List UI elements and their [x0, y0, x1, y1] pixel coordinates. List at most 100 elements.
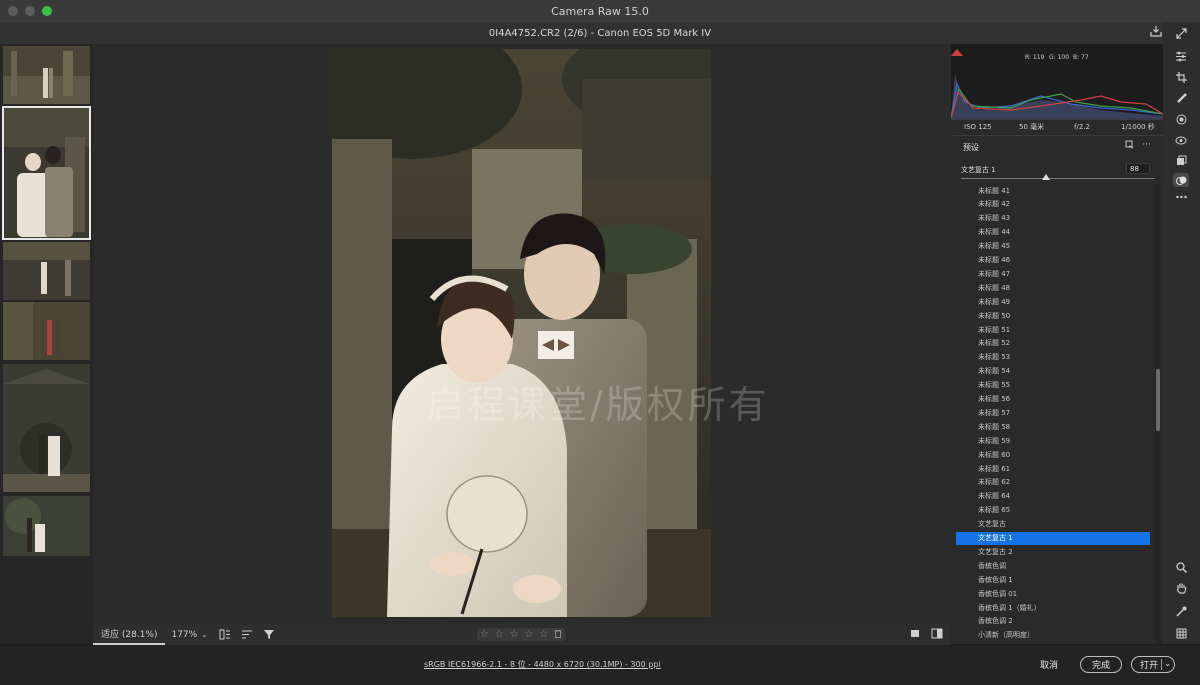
preset-name-label: 文艺复古 1: [961, 166, 996, 174]
preset-item[interactable]: 未标题 45: [956, 240, 1150, 253]
preset-item[interactable]: 未标题 53: [956, 351, 1150, 364]
crop-icon[interactable]: [1173, 70, 1189, 84]
status-bar: sRGB IEC61966-2.1 - 8 位 - 4480 x 6720 (3…: [0, 645, 1200, 685]
healing-icon[interactable]: [1173, 91, 1189, 105]
minimize-window-button[interactable]: [25, 6, 35, 16]
main-photo[interactable]: [332, 49, 711, 617]
cancel-button[interactable]: 取消: [1034, 656, 1064, 673]
preset-item[interactable]: 未标题 65: [956, 504, 1150, 517]
preset-list-scrollbar[interactable]: [1155, 184, 1161, 644]
histogram-g-value: G: 100: [1049, 54, 1070, 61]
sampler-icon[interactable]: [1173, 604, 1189, 618]
divider: [951, 135, 1163, 136]
snapshot-icon[interactable]: [1173, 153, 1189, 167]
right-panel: R: 119 G: 100 B: 77 ISO 125 50 毫米 f/2.2 …: [950, 44, 1164, 644]
watermark-text: 启程课堂/版权所有: [426, 383, 770, 427]
filmstrip-thumb[interactable]: [3, 364, 90, 492]
fit-zoom-button[interactable]: 适应 (28.1%): [93, 624, 166, 645]
preset-item[interactable]: 未标题 43: [956, 212, 1150, 225]
more-options-icon[interactable]: ···: [1142, 140, 1151, 152]
save-icon[interactable]: [1150, 25, 1162, 37]
preset-item[interactable]: 未标题 59: [956, 434, 1150, 447]
star-icon[interactable]: ☆: [495, 629, 504, 640]
star-icon[interactable]: ☆: [510, 629, 519, 640]
filmstrip-thumb[interactable]: [3, 242, 90, 300]
open-button[interactable]: 打开 ⌄: [1131, 656, 1175, 673]
preset-item[interactable]: 香槟色调 1（婚礼）: [956, 601, 1150, 614]
star-rating[interactable]: ☆ ☆ ☆ ☆ ☆: [477, 628, 565, 641]
grid-icon[interactable]: [1173, 626, 1189, 640]
before-after-icon[interactable]: [931, 628, 943, 639]
preset-item[interactable]: 香槟色调 1: [956, 573, 1150, 586]
filter-icon[interactable]: [263, 629, 275, 640]
title-bar: Camera Raw 15.0: [0, 0, 1200, 23]
preset-item[interactable]: 未标题 42: [956, 198, 1150, 211]
filmstrip-thumb[interactable]: [3, 496, 90, 556]
preset-item[interactable]: 未标题 49: [956, 295, 1150, 308]
chevron-down-icon[interactable]: ⌄: [1164, 659, 1171, 668]
preset-item[interactable]: 未标题 54: [956, 365, 1150, 378]
mask-icon[interactable]: [1173, 112, 1189, 126]
file-label: 0I4A4752.CR2 (2/6) - Canon EOS 5D Mark I…: [488, 27, 712, 39]
trash-icon[interactable]: [554, 629, 562, 641]
preset-item[interactable]: 未标题 64: [956, 490, 1150, 503]
presets-icon[interactable]: [1173, 173, 1189, 187]
preset-item[interactable]: 未标题 57: [956, 406, 1150, 419]
preset-item[interactable]: 未标题 61: [956, 462, 1150, 475]
maximize-window-button[interactable]: [42, 6, 52, 16]
clipping-warning-icon: [951, 49, 963, 56]
preset-item[interactable]: 香槟色调: [956, 559, 1150, 572]
amount-slider-track[interactable]: [961, 178, 1155, 179]
zoom-icon[interactable]: [1173, 560, 1189, 574]
preset-item[interactable]: 小清新（高明度）: [956, 629, 1150, 642]
preset-item[interactable]: 文艺复古 2: [956, 545, 1150, 558]
preset-item[interactable]: 未标题 56: [956, 393, 1150, 406]
file-bar: 0I4A4752.CR2 (2/6) - Canon EOS 5D Mark I…: [0, 22, 1200, 44]
histogram[interactable]: R: 119 G: 100 B: 77: [950, 44, 1164, 120]
preset-item[interactable]: 未标题 51: [956, 323, 1150, 336]
filmstrip-thumb[interactable]: [3, 302, 90, 360]
star-icon[interactable]: ☆: [480, 629, 489, 640]
expand-icon[interactable]: [1173, 26, 1189, 40]
single-view-icon[interactable]: [910, 628, 921, 639]
preset-item[interactable]: 未标题 50: [956, 309, 1150, 322]
bottom-toolbar: 适应 (28.1%) 177% ⌄ ☆ ☆ ☆ ☆ ☆: [93, 624, 951, 645]
sort-icon[interactable]: [241, 629, 253, 640]
preset-item[interactable]: 未标题 41: [956, 184, 1150, 197]
workflow-options-link[interactable]: sRGB IEC61966-2.1 - 8 位 - 4480 x 6720 (3…: [424, 659, 661, 670]
preset-item[interactable]: 未标题 58: [956, 420, 1150, 433]
more-icon[interactable]: [1173, 190, 1189, 204]
zoom-dropdown[interactable]: 177% ⌄: [165, 630, 213, 640]
preset-item[interactable]: 文艺复古: [956, 518, 1150, 531]
preset-item[interactable]: 未标题 55: [956, 379, 1150, 392]
preset-item[interactable]: 未标题 48: [956, 281, 1150, 294]
amount-slider-thumb[interactable]: [1042, 174, 1051, 180]
preset-item[interactable]: 文艺复古 1: [956, 531, 1150, 545]
done-button[interactable]: 完成: [1080, 656, 1122, 673]
star-icon[interactable]: ☆: [524, 629, 533, 640]
preset-item[interactable]: 未标题 52: [956, 337, 1150, 350]
preset-item[interactable]: 未标题 47: [956, 267, 1150, 280]
histogram-r-value: R: 119: [1025, 54, 1045, 61]
hand-icon[interactable]: [1173, 581, 1189, 595]
sliders-icon[interactable]: [1173, 49, 1189, 63]
close-window-button[interactable]: [8, 6, 18, 16]
redeye-icon[interactable]: [1173, 133, 1189, 147]
aperture-value: f/2.2: [1074, 123, 1090, 131]
amount-input[interactable]: 88: [1126, 163, 1150, 174]
preset-item[interactable]: 香槟色调 2: [956, 615, 1150, 628]
filmstrip-thumb[interactable]: [3, 46, 90, 104]
scrollbar-thumb[interactable]: [1156, 369, 1160, 431]
image-canvas[interactable]: 启程课堂/版权所有: [93, 44, 951, 624]
preset-item[interactable]: 未标题 44: [956, 226, 1150, 239]
preset-item[interactable]: 未标题 60: [956, 448, 1150, 461]
filmstrip-thumb-selected[interactable]: [2, 106, 91, 240]
filmstrip-toggle-icon[interactable]: [219, 629, 231, 640]
preset-item[interactable]: 未标题 46: [956, 254, 1150, 267]
window-title: Camera Raw 15.0: [551, 4, 649, 18]
preset-item[interactable]: 未标题 62: [956, 476, 1150, 489]
preset-item[interactable]: 香槟色调 01: [956, 587, 1150, 600]
create-preset-icon[interactable]: [1125, 140, 1134, 152]
histogram-b-value: B: 77: [1073, 54, 1089, 61]
star-icon[interactable]: ☆: [539, 629, 548, 640]
